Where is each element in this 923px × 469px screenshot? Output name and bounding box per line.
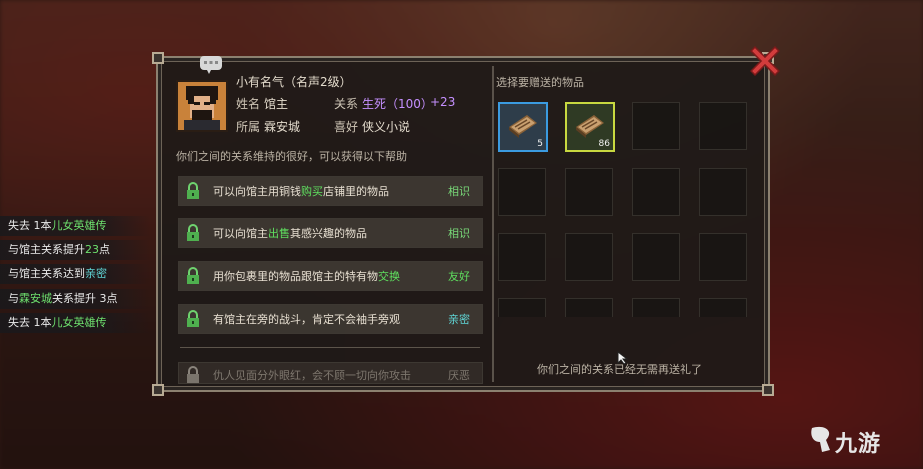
gift-slot[interactable] xyxy=(565,298,613,317)
npc-avatar xyxy=(176,80,228,132)
cursor-icon xyxy=(617,351,629,365)
benefit-text: 用你包裹里的物品跟馆主的特有物交换 xyxy=(213,270,400,283)
benefit-level: 相识 xyxy=(448,185,470,198)
lock-icon xyxy=(187,366,199,383)
relation-value: 生死（100） xyxy=(362,97,433,111)
close-icon xyxy=(750,46,780,76)
log-message: 与馆主关系提升23点 xyxy=(0,240,150,260)
log-message: 与霖安城关系提升 3点 xyxy=(0,289,150,309)
gift-slot[interactable] xyxy=(632,168,680,216)
gift-slot[interactable] xyxy=(699,298,747,317)
gift-slot[interactable] xyxy=(498,233,546,281)
gift-slot[interactable] xyxy=(565,168,613,216)
benefit-row: 可以向馆主出售其感兴趣的物品 相识 xyxy=(178,218,483,248)
log-message: 失去 1本儿女英雄传 xyxy=(0,313,150,333)
relation-description: 你们之间的关系维持的很好，可以获得以下帮助 xyxy=(176,150,407,163)
gift-item-slot[interactable]: 5 xyxy=(498,102,548,152)
gift-slot[interactable] xyxy=(699,102,747,150)
benefit-level: 亲密 xyxy=(448,313,470,326)
watermark-logo-icon xyxy=(811,426,830,452)
relation-label: 关系 xyxy=(334,97,359,111)
gift-header: 选择要赠送的物品 xyxy=(496,76,584,89)
panel-corner xyxy=(152,384,164,396)
lock-icon xyxy=(187,182,199,199)
benefit-level: 厌恶 xyxy=(448,369,470,382)
log-message: 与馆主关系达到亲密 xyxy=(0,264,150,284)
gift-slot[interactable] xyxy=(632,233,680,281)
benefit-separator xyxy=(180,347,480,348)
gift-slot[interactable] xyxy=(632,102,680,150)
item-count: 5 xyxy=(537,139,543,149)
gift-slot[interactable] xyxy=(699,233,747,281)
hobby-value: 侠义小说 xyxy=(362,120,411,134)
watermark-text: 九游 xyxy=(835,432,882,457)
affiliation-label: 所属 xyxy=(236,120,261,134)
benefit-text: 可以向馆主用铜钱购买店铺里的物品 xyxy=(213,185,389,198)
gift-slot[interactable] xyxy=(498,168,546,216)
gift-item-slot[interactable]: 86 xyxy=(565,102,615,152)
relation-delta: +23 xyxy=(430,95,456,109)
affiliation-value: 霖安城 xyxy=(264,120,301,134)
name-label: 姓名 xyxy=(236,97,261,111)
benefit-row: 可以向馆主用铜钱购买店铺里的物品 相识 xyxy=(178,176,483,206)
item-count: 86 xyxy=(598,139,610,149)
gift-slot[interactable] xyxy=(565,233,613,281)
name-value: 馆主 xyxy=(264,97,289,111)
panel-corner xyxy=(762,384,774,396)
gift-slot[interactable] xyxy=(498,298,546,317)
lock-icon xyxy=(187,310,199,327)
hobby-label: 喜好 xyxy=(334,120,359,134)
book-icon xyxy=(576,115,604,138)
benefit-text: 仇人见面分外眼红，会不顾一切向你攻击 xyxy=(213,369,411,382)
gift-slot[interactable] xyxy=(699,168,747,216)
log-message: 失去 1本儿女英雄传 xyxy=(0,216,150,236)
benefit-text: 有馆主在旁的战斗，肯定不会袖手旁观 xyxy=(213,313,400,326)
book-icon xyxy=(509,115,537,138)
fame-title: 小有名气（名声2级） xyxy=(236,75,352,89)
benefit-row-locked: 仇人见面分外眼红，会不顾一切向你攻击 厌恶 xyxy=(178,362,483,384)
speech-bubble-icon xyxy=(200,56,222,74)
close-button[interactable] xyxy=(750,46,780,76)
lock-icon xyxy=(187,224,199,241)
lock-icon xyxy=(187,267,199,284)
benefit-row: 有馆主在旁的战斗，肯定不会袖手旁观 亲密 xyxy=(178,304,483,334)
benefit-level: 相识 xyxy=(448,227,470,240)
gift-slot[interactable] xyxy=(632,298,680,317)
panel-divider xyxy=(492,66,494,382)
benefit-row: 用你包裹里的物品跟馆主的特有物交换 友好 xyxy=(178,261,483,291)
panel-corner xyxy=(152,52,164,64)
benefit-level: 友好 xyxy=(448,270,470,283)
benefit-text: 可以向馆主出售其感兴趣的物品 xyxy=(213,227,367,240)
